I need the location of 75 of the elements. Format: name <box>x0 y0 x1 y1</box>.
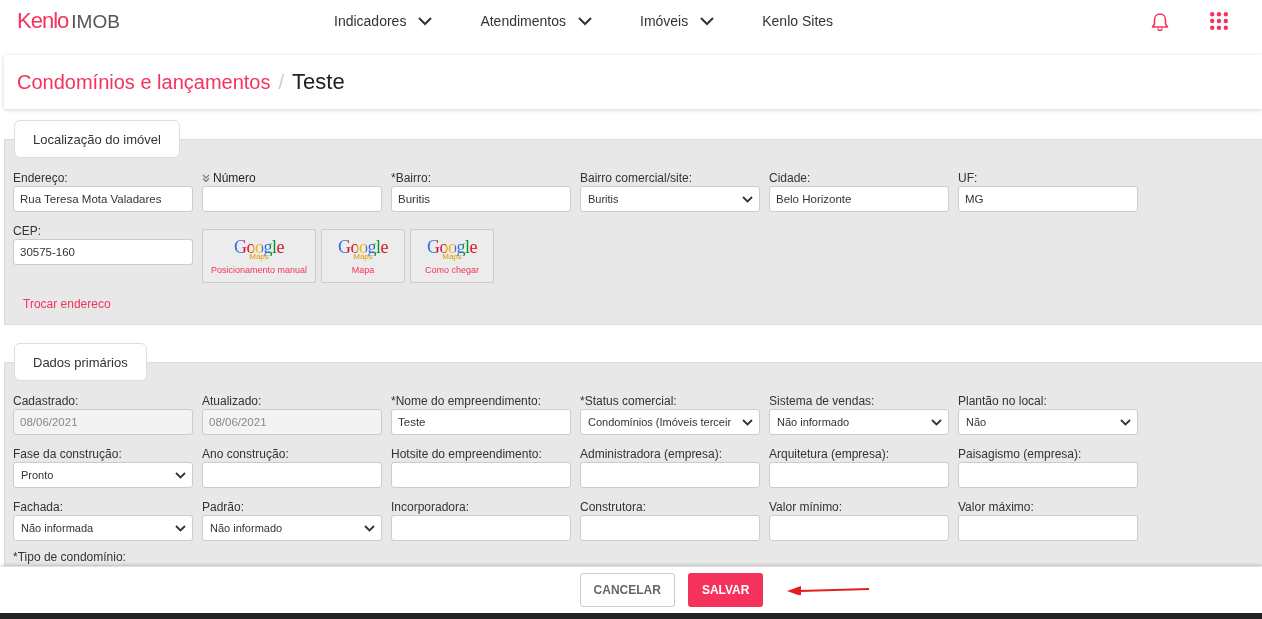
apps-grid-icon[interactable] <box>1210 12 1229 30</box>
input-field[interactable]: Belo Horizonte <box>769 186 949 212</box>
field-label: Fachada: <box>13 499 64 514</box>
field-label: Construtora: <box>580 499 647 514</box>
arrow-icon <box>786 585 871 595</box>
logo-brand[interactable]: Kenlo <box>17 8 69 34</box>
chevron-down-icon <box>364 524 375 532</box>
select-field[interactable]: Não informado <box>202 515 382 541</box>
field-label: *Nome do empreendimento: <box>391 393 542 408</box>
field-label: Número <box>213 170 256 185</box>
field-label: *Bairro: <box>391 170 431 185</box>
field-label: Endereço: <box>13 170 68 185</box>
section-tab[interactable]: Localização do imóvel <box>14 120 180 158</box>
input-field[interactable] <box>391 515 571 541</box>
field-label: Bairro comercial/site: <box>580 170 693 185</box>
field-label: Fase da construção: <box>13 446 122 461</box>
input-field[interactable]: MG <box>958 186 1138 212</box>
select-field[interactable]: Condomínios (Imóveis terceir <box>580 409 760 435</box>
page-title: Teste <box>292 69 345 95</box>
nav-item[interactable]: Kenlo Sites <box>762 13 834 29</box>
input-field[interactable] <box>202 462 382 488</box>
field-label: Valor máximo: <box>958 499 1034 514</box>
input-field[interactable]: Teste <box>391 409 571 435</box>
chevron-down-icon <box>175 471 186 479</box>
field-label: Plantão no local: <box>958 393 1047 408</box>
chevron-down-icon <box>931 418 942 426</box>
field-label: Arquitetura (empresa): <box>769 446 890 461</box>
field-label: UF: <box>958 170 978 185</box>
input-field[interactable]: Buritis <box>391 186 571 212</box>
input-field[interactable] <box>958 462 1138 488</box>
field-label: Atualizado: <box>202 393 262 408</box>
bell-icon[interactable] <box>1151 11 1170 31</box>
nav-item[interactable]: Indicadores <box>334 13 433 29</box>
select-field[interactable]: Não <box>958 409 1138 435</box>
input-field[interactable]: 30575-160 <box>13 239 193 265</box>
select-field[interactable]: Pronto <box>13 462 193 488</box>
breadcrumb-link[interactable]: Condomínios e lançamentos <box>17 70 271 94</box>
field-label: CEP: <box>13 223 41 238</box>
nav-item[interactable]: Imóveis <box>640 13 715 29</box>
field-label: Sistema de vendas: <box>769 393 875 408</box>
input-field[interactable]: Rua Teresa Mota Valadares <box>13 186 193 212</box>
input-field[interactable] <box>958 515 1138 541</box>
field-label: Valor mínimo: <box>769 499 843 514</box>
field-label: *Tipo de condomínio: <box>13 550 126 565</box>
nav-item[interactable]: Atendimentos <box>480 13 592 29</box>
google-logo: Google <box>338 237 388 256</box>
breadcrumb-separator: / <box>278 70 285 94</box>
field-label: Hotsite do empreendimento: <box>391 446 542 461</box>
field-label: Ano construção: <box>202 446 289 461</box>
select-field[interactable]: Não informada <box>13 515 193 541</box>
chevron-down-icon <box>742 195 753 203</box>
select-field[interactable]: Não informado <box>769 409 949 435</box>
input-field[interactable] <box>580 515 760 541</box>
field-label: Cidade: <box>769 170 811 185</box>
cancel-button[interactable]: CANCELAR <box>579 573 675 607</box>
input-field[interactable] <box>769 462 949 488</box>
logo-product: IMOB <box>71 11 120 33</box>
input-field[interactable] <box>391 462 571 488</box>
input-field[interactable] <box>580 462 760 488</box>
chevron-down-icon <box>742 418 753 426</box>
chevron-down-icon <box>1120 418 1131 426</box>
google-logo: Google <box>234 237 284 256</box>
field-label: *Status comercial: <box>580 393 677 408</box>
section-tab[interactable]: Dados primários <box>14 343 147 381</box>
chevron-down-icon <box>175 524 186 532</box>
field-label: Administradora (empresa): <box>580 446 723 461</box>
field-label: Incorporadora: <box>391 499 470 514</box>
field-label: Cadastrado: <box>13 393 79 408</box>
input-field[interactable] <box>769 515 949 541</box>
google-logo: Google <box>427 237 477 256</box>
field-label: Padrão: <box>202 499 245 514</box>
select-field[interactable]: Buritis <box>580 186 760 212</box>
save-button[interactable]: SALVAR <box>687 573 764 607</box>
input-field[interactable] <box>202 186 382 212</box>
field-label: Paisagismo (empresa): <box>958 446 1082 461</box>
